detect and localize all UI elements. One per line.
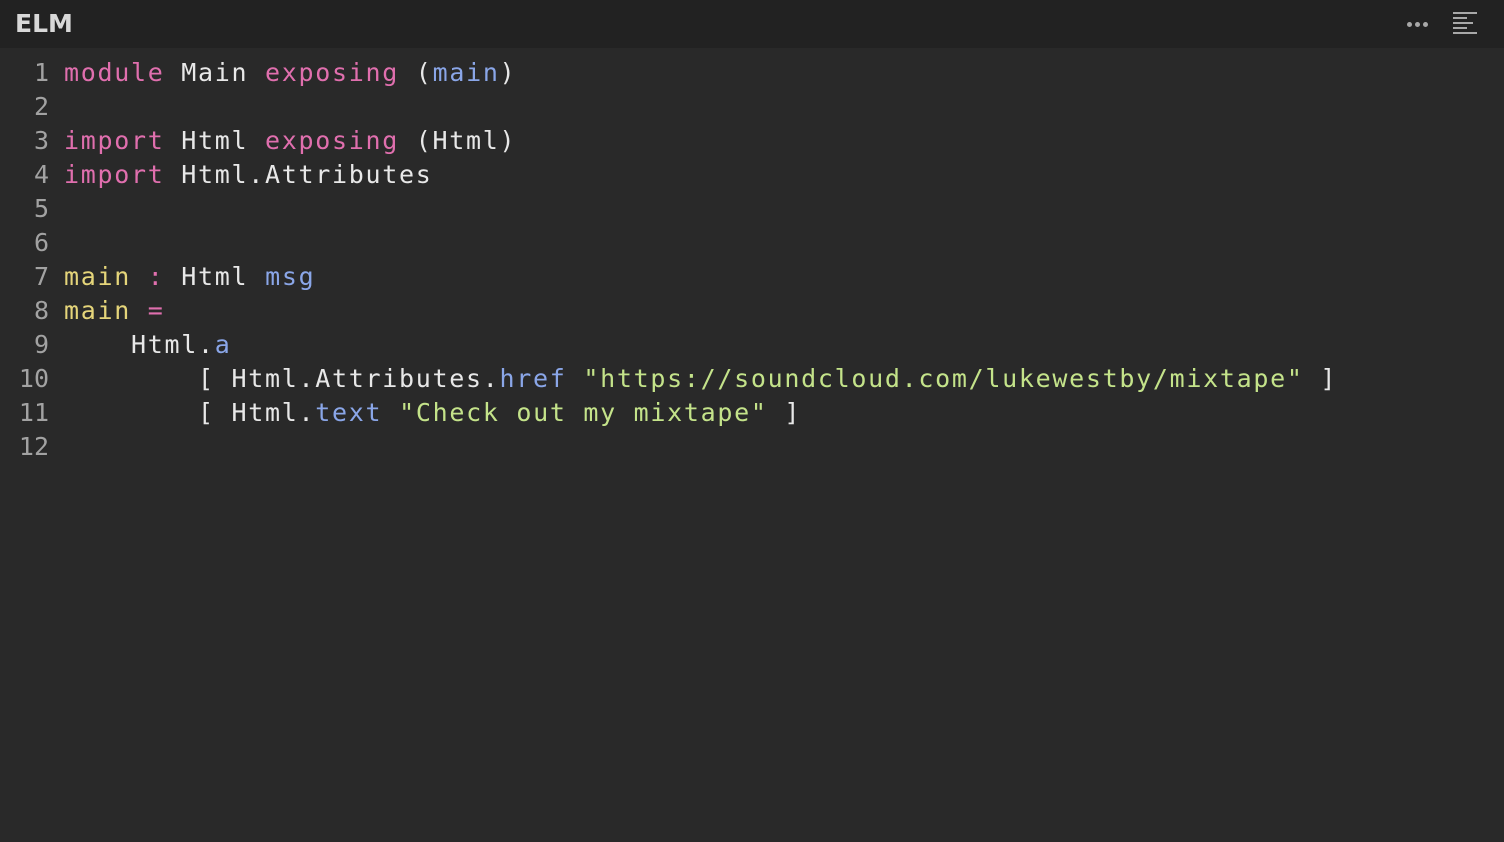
code-token: text (315, 398, 383, 427)
code-token: Html. (64, 330, 215, 359)
code-line[interactable]: 3 import Html exposing (Html) (0, 124, 1504, 158)
line-content: main : Html msg (64, 260, 315, 294)
code-token: msg (265, 262, 316, 291)
format-bar-3 (1453, 22, 1473, 24)
code-line[interactable]: 1 module Main exposing (main) (0, 56, 1504, 90)
code-line[interactable]: 7 main : Html msg (0, 260, 1504, 294)
code-token: exposing (265, 126, 400, 155)
code-token: main (64, 296, 132, 325)
format-code-button[interactable] (1448, 8, 1482, 40)
line-number: 11 (18, 398, 49, 427)
code-token: "Check out my mixtape" (399, 398, 768, 427)
line-number: 2 (33, 92, 49, 121)
code-token: Html (164, 126, 266, 155)
code-token: : (147, 262, 165, 291)
code-text-area[interactable]: 1 module Main exposing (main) 2 3 import Htm… (0, 56, 1504, 464)
code-token: Html.Attributes (164, 160, 433, 189)
line-number: 6 (33, 228, 49, 257)
line-number: 1 (33, 58, 49, 87)
code-editor: ELM 1 module Main exposing (main) 2 3 import… (0, 0, 1504, 842)
language-title: ELM (15, 9, 73, 38)
code-token: Html (164, 262, 266, 291)
code-line[interactable]: 6 (0, 226, 1504, 260)
code-line[interactable]: 5 (0, 192, 1504, 226)
code-token: ) (499, 58, 517, 87)
code-line[interactable]: 9 Html.a (0, 328, 1504, 362)
code-token: "https://soundcloud.com/lukewestby/mixta… (583, 364, 1304, 393)
line-number: 8 (33, 296, 49, 325)
line-content: main = (64, 294, 165, 328)
code-line[interactable]: 12 (0, 430, 1504, 464)
code-token: module (64, 58, 165, 87)
line-number: 3 (33, 126, 49, 155)
more-options-button[interactable] (1400, 10, 1436, 38)
line-content: import Html exposing (Html) (64, 124, 516, 158)
format-bar-2 (1453, 17, 1467, 19)
more-dot-1 (1407, 22, 1412, 27)
more-dot-2 (1415, 22, 1420, 27)
line-content: module Main exposing (main) (64, 56, 516, 90)
format-bar-5 (1453, 32, 1477, 34)
line-number: 5 (33, 194, 49, 223)
code-token: import (64, 126, 165, 155)
code-token: ] (767, 398, 802, 427)
line-number: 7 (33, 262, 49, 291)
line-number: 10 (18, 364, 49, 393)
code-token: = (147, 296, 165, 325)
format-bar-1 (1453, 12, 1477, 14)
line-content: import Html.Attributes (64, 158, 433, 192)
code-line[interactable]: 10 [ Html.Attributes.href "https://sound… (0, 362, 1504, 396)
code-token: (Html) (399, 126, 517, 155)
line-content: [ Html.text "Check out my mixtape" ] (64, 396, 801, 430)
code-token: [ Html. (64, 398, 316, 427)
editor-header: ELM (0, 0, 1504, 48)
line-number: 12 (18, 432, 49, 461)
format-bar-4 (1453, 27, 1467, 29)
code-token: href (499, 364, 567, 393)
code-token: import (64, 160, 165, 189)
code-token: a (214, 330, 232, 359)
code-token: exposing (265, 58, 400, 87)
code-line[interactable]: 8 main = (0, 294, 1504, 328)
line-number: 4 (33, 160, 49, 189)
line-number: 9 (33, 330, 49, 359)
more-dot-3 (1423, 22, 1428, 27)
code-line[interactable]: 11 [ Html.text "Check out my mixtape" ] (0, 396, 1504, 430)
line-content: Html.a (64, 328, 232, 362)
code-token: main (64, 262, 132, 291)
code-line[interactable]: 2 (0, 90, 1504, 124)
code-token: [ Html.Attributes. (64, 364, 500, 393)
code-token: ] (1303, 364, 1338, 393)
code-token: Main (164, 58, 266, 87)
line-content: [ Html.Attributes.href "https://soundclo… (64, 362, 1337, 396)
code-line[interactable]: 4 import Html.Attributes (0, 158, 1504, 192)
code-token: main (432, 58, 500, 87)
code-token: ( (399, 58, 433, 87)
